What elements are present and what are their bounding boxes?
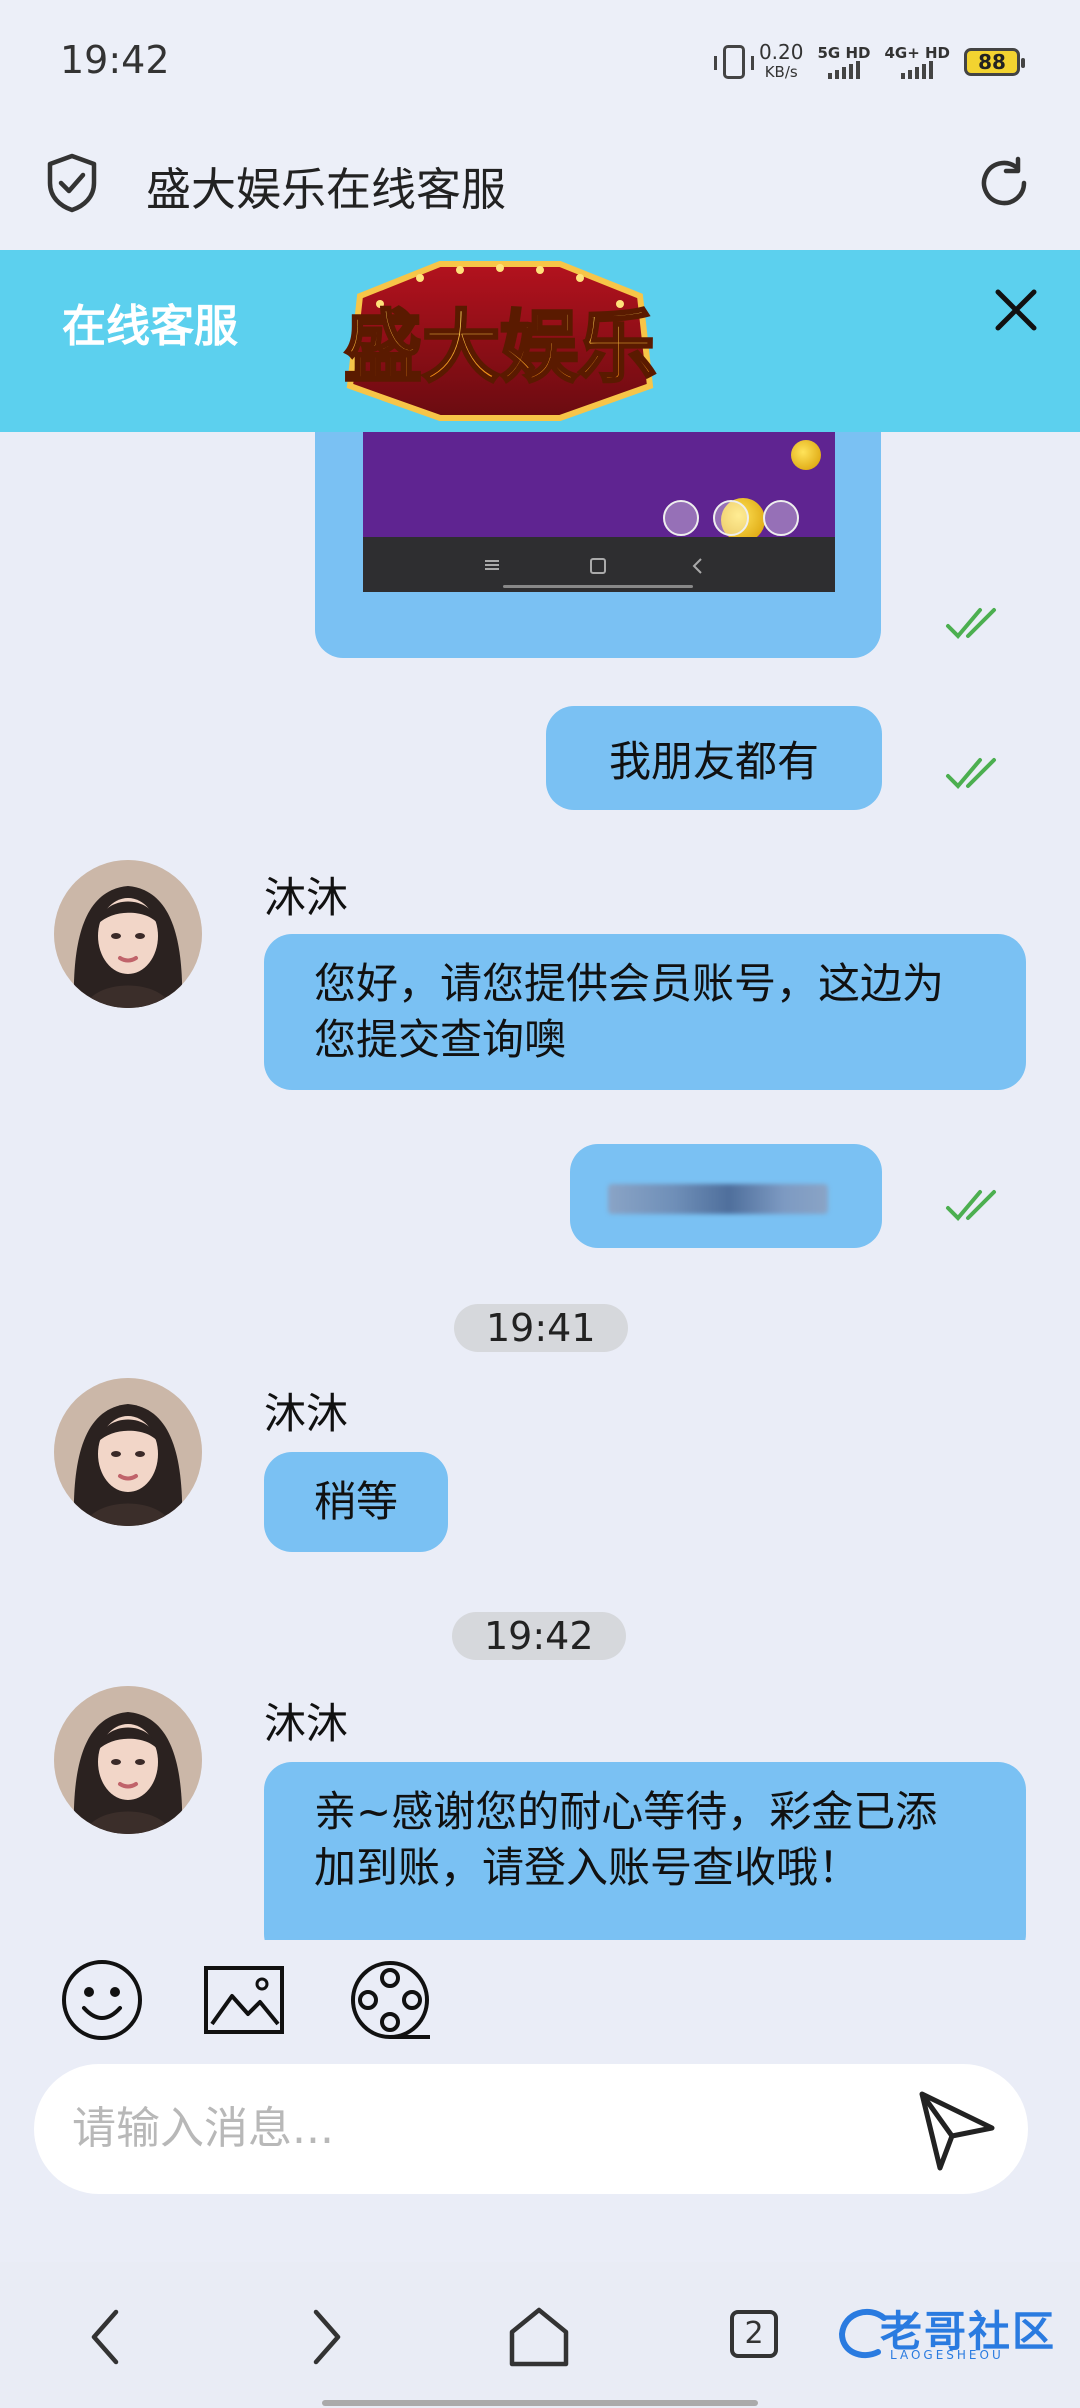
timestamp: 19:41: [454, 1304, 628, 1352]
network-speed: 0.20 KB/s: [758, 40, 804, 81]
status-bar: 19:42 0.20 KB/s 5G HD 4G+ HD 88: [0, 0, 1080, 125]
watermark-logo: 老哥社区 LAOGESHEOU: [838, 2298, 1066, 2368]
watermark-subtext: LAOGESHEOU: [890, 2348, 1004, 2362]
coin-decoration: [791, 440, 821, 470]
brand-logo-text: 盛大娱乐: [344, 303, 656, 393]
timestamp: 19:42: [452, 1612, 626, 1660]
chat-header: 在线客服 盛大娱乐: [0, 250, 1080, 432]
image-message[interactable]: [315, 432, 881, 658]
message-input[interactable]: [70, 2092, 874, 2164]
agent-name: 沐沐: [264, 1389, 349, 1438]
header-label: 在线客服: [62, 301, 238, 352]
status-icons: 0.20 KB/s 5G HD 4G+ HD 88: [713, 40, 1025, 82]
read-check-icon: [946, 1190, 996, 1221]
signal-icon: [884, 61, 950, 79]
battery-icon: 88: [964, 48, 1025, 76]
download-icon: [663, 500, 699, 536]
image-icon[interactable]: [202, 1958, 286, 2042]
grid-icon: [713, 500, 749, 536]
signal-icon: [817, 61, 870, 79]
agent-avatar[interactable]: [54, 1686, 202, 1834]
browser-bottom-nav: 2 老哥社区 LAOGESHEOU: [0, 2262, 1080, 2408]
screenshot-thumbnail[interactable]: [363, 432, 835, 592]
sim2-signal: 4G+ HD: [884, 45, 950, 79]
message-input-wrapper: [34, 2064, 1028, 2194]
status-time: 19:42: [60, 38, 170, 82]
emoji-icon[interactable]: [60, 1958, 144, 2042]
sim1-signal: 5G HD: [817, 45, 870, 79]
read-check-icon: [946, 608, 996, 639]
chat-messages[interactable]: 我朋友都有 沐沐 您好，请您提供会员账号，这边为您提交查询噢 19:41 沐沐 …: [0, 432, 1080, 1940]
page-title[interactable]: 盛大娱乐在线客服: [146, 153, 506, 218]
thumbnail-nav-bar: [363, 537, 835, 592]
sent-message-redacted[interactable]: [570, 1144, 882, 1248]
share-icon: [763, 500, 799, 536]
redacted-text: [608, 1184, 828, 1214]
shield-check-icon[interactable]: [46, 153, 98, 213]
vibrate-icon: [713, 45, 754, 79]
received-message[interactable]: 亲~感谢您的耐心等待，彩金已添加到账，请登入账号查收哦！: [264, 1762, 1026, 1940]
back-icon[interactable]: [72, 2302, 142, 2372]
read-check-icon: [946, 758, 996, 789]
reload-icon[interactable]: [976, 155, 1032, 211]
browser-address-bar: 盛大娱乐在线客服: [0, 125, 1080, 250]
send-icon[interactable]: [912, 2084, 1002, 2174]
agent-name: 沐沐: [264, 873, 349, 922]
video-reel-icon[interactable]: [348, 1958, 432, 2042]
sent-message[interactable]: 我朋友都有: [546, 706, 882, 810]
home-icon[interactable]: [504, 2302, 574, 2372]
agent-avatar[interactable]: [54, 860, 202, 1008]
tabs-button[interactable]: 2: [730, 2310, 778, 2358]
composer-toolbar: [0, 1940, 1080, 2060]
brand-logo: 盛大娱乐: [320, 256, 680, 426]
close-icon[interactable]: [986, 280, 1046, 340]
received-message[interactable]: 稍等: [264, 1452, 449, 1552]
forward-icon[interactable]: [290, 2302, 360, 2372]
agent-name: 沐沐: [264, 1699, 349, 1748]
home-indicator: [322, 2400, 758, 2406]
agent-avatar[interactable]: [54, 1378, 202, 1526]
received-message[interactable]: 您好，请您提供会员账号，这边为您提交查询噢: [264, 934, 1026, 1090]
